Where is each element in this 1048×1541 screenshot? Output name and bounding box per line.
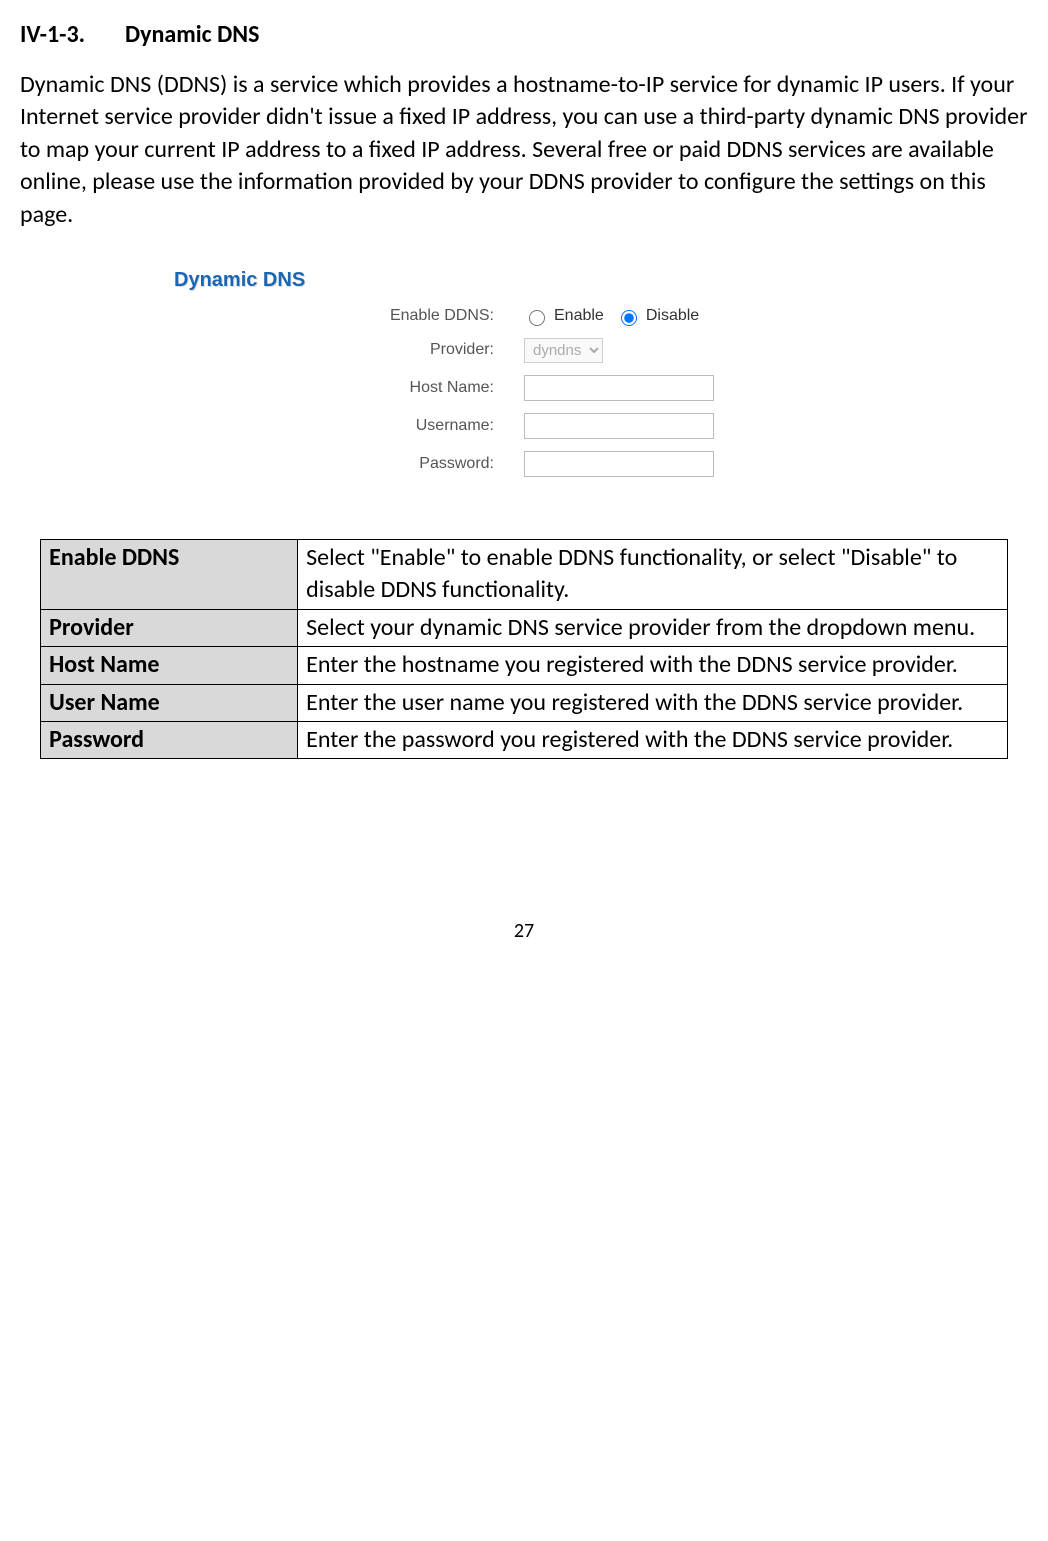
form-row-username: Username:	[174, 413, 874, 439]
username-field	[524, 413, 714, 439]
table-row: User Name Enter the user name you regist…	[41, 684, 1008, 721]
hostname-label: Host Name:	[174, 379, 524, 397]
ddns-form-panel: Dynamic DNS Enable DDNS: Enable Disable …	[174, 261, 874, 499]
form-row-provider: Provider: dyndns	[174, 338, 874, 363]
section-heading: IV-1-3. Dynamic DNS	[20, 20, 1028, 49]
intro-paragraph: Dynamic DNS (DDNS) is a service which pr…	[20, 69, 1028, 231]
hostname-field	[524, 375, 714, 401]
form-row-enable: Enable DDNS: Enable Disable	[174, 307, 874, 326]
section-title: Dynamic DNS	[125, 20, 259, 49]
page-number: 27	[20, 919, 1028, 943]
provider-label: Provider:	[174, 341, 524, 359]
username-label: Username:	[174, 417, 524, 435]
enable-field: Enable Disable	[524, 307, 705, 326]
password-label: Password:	[174, 455, 524, 473]
form-title: Dynamic DNS	[174, 261, 874, 307]
description-table: Enable DDNS Select "Enable" to enable DD…	[40, 539, 1008, 759]
table-key: Provider	[41, 609, 298, 646]
table-key: Password	[41, 721, 298, 758]
table-key: User Name	[41, 684, 298, 721]
enable-radio[interactable]	[529, 310, 545, 326]
table-row: Provider Select your dynamic DNS service…	[41, 609, 1008, 646]
username-input[interactable]	[524, 413, 714, 439]
table-desc: Select your dynamic DNS service provider…	[298, 609, 1008, 646]
enable-radio-label: Enable	[554, 307, 604, 325]
hostname-input[interactable]	[524, 375, 714, 401]
section-number: IV-1-3.	[20, 20, 85, 49]
disable-radio[interactable]	[621, 310, 637, 326]
table-desc: Enter the user name you registered with …	[298, 684, 1008, 721]
provider-select[interactable]: dyndns	[524, 338, 603, 363]
table-key: Enable DDNS	[41, 539, 298, 609]
table-key: Host Name	[41, 647, 298, 684]
table-row: Password Enter the password you register…	[41, 721, 1008, 758]
form-row-hostname: Host Name:	[174, 375, 874, 401]
table-desc: Enter the password you registered with t…	[298, 721, 1008, 758]
password-input[interactable]	[524, 451, 714, 477]
table-desc: Select "Enable" to enable DDNS functiona…	[298, 539, 1008, 609]
password-field	[524, 451, 714, 477]
table-row: Enable DDNS Select "Enable" to enable DD…	[41, 539, 1008, 609]
table-desc: Enter the hostname you registered with t…	[298, 647, 1008, 684]
provider-field: dyndns	[524, 338, 603, 363]
disable-radio-label: Disable	[646, 307, 699, 325]
table-row: Host Name Enter the hostname you registe…	[41, 647, 1008, 684]
description-table-body: Enable DDNS Select "Enable" to enable DD…	[41, 539, 1008, 758]
form-row-password: Password:	[174, 451, 874, 477]
enable-label: Enable DDNS:	[174, 307, 524, 325]
